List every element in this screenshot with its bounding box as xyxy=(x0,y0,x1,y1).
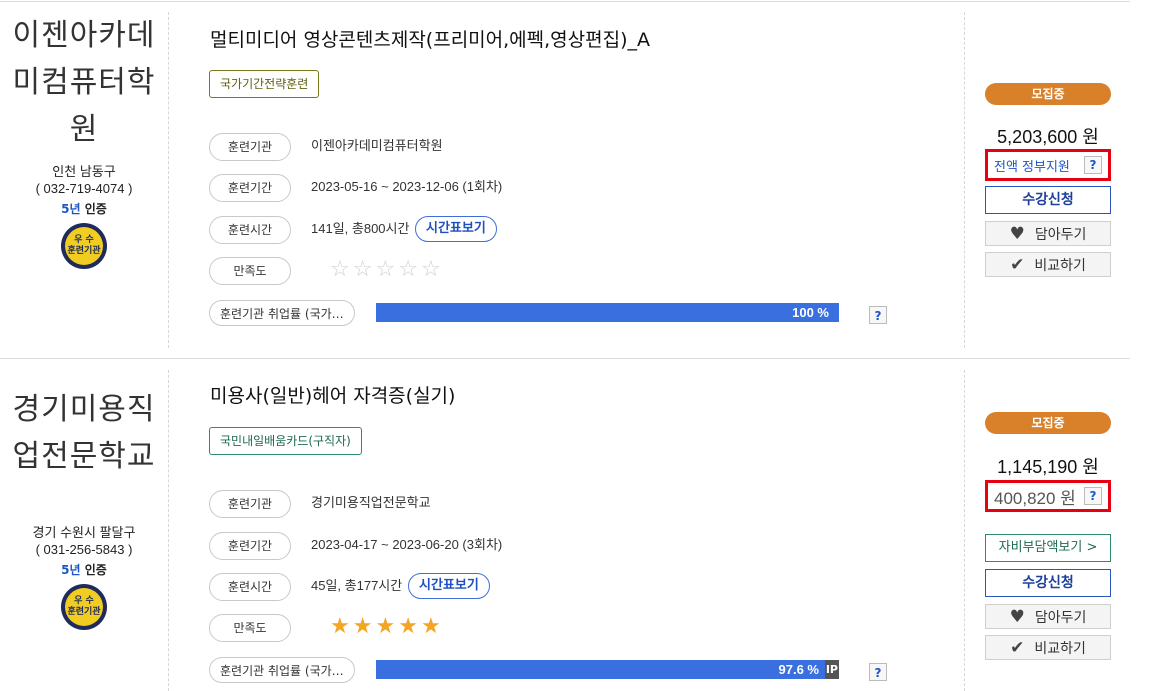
wishlist-label: 담아두기 xyxy=(1034,226,1087,243)
employment-rate-tail: IP xyxy=(825,663,838,676)
heart-icon: ♥ xyxy=(1009,223,1025,244)
timetable-button[interactable]: 시간표보기 xyxy=(415,216,497,242)
satisfaction-rating: ☆☆☆☆☆ xyxy=(330,257,444,283)
training-period-value: 2023-04-17 ~ 2023-06-20 (3회차) xyxy=(311,537,503,552)
support-help-button[interactable]: ? xyxy=(1084,487,1102,505)
column-divider xyxy=(964,12,965,348)
institution-column: 이젠아카데 미컴퓨터학 원 인천 남동구 ( 032-719-4074 ) 5년… xyxy=(0,12,168,269)
check-icon: ✔ xyxy=(1010,254,1025,275)
course-price: 5,203,600 원 xyxy=(997,127,1099,147)
wishlist-button[interactable]: ♥ 담아두기 xyxy=(985,604,1111,629)
support-help-button[interactable]: ? xyxy=(1084,156,1102,174)
certification-text: 인증 xyxy=(84,563,107,577)
training-org-value: 이젠아카데미컴퓨터학원 xyxy=(311,138,443,153)
status-badge: 모집중 xyxy=(985,412,1111,434)
wishlist-label: 담아두기 xyxy=(1034,609,1087,626)
employment-help-button[interactable]: ? xyxy=(869,663,887,681)
badge-top-text: 우 수 xyxy=(74,596,94,606)
star-icon: ★ xyxy=(375,614,399,639)
certification-label: 5년 인증 xyxy=(0,201,168,217)
star-icon: ★ xyxy=(330,614,353,639)
label-training-org: 훈련기관 xyxy=(209,490,291,518)
label-employment-rate: 훈련기관 취업률 (국가… xyxy=(209,300,355,326)
training-org-value: 경기미용직업전문학교 xyxy=(311,495,431,510)
institution-address: 인천 남동구 xyxy=(52,164,116,179)
status-badge: 모집중 xyxy=(985,83,1111,105)
certification-years: 5년 xyxy=(61,202,81,216)
card-divider xyxy=(0,358,1130,359)
label-training-hours: 훈련시간 xyxy=(209,216,291,244)
column-divider xyxy=(168,12,169,348)
satisfaction-rating: ★★★★★ xyxy=(330,614,444,640)
institution-phone: ( 032-719-4074 ) xyxy=(35,181,133,196)
column-divider xyxy=(964,370,965,691)
institution-address: 경기 수원시 팔달구 xyxy=(32,525,136,540)
institution-name[interactable]: 경기미용직 업전문학교 xyxy=(0,386,168,480)
card-top-divider xyxy=(0,1,1130,2)
employment-rate-bar: 100 % xyxy=(376,303,839,322)
badge-top-text: 우 수 xyxy=(74,235,94,245)
compare-label: 비교하기 xyxy=(1034,257,1086,274)
employment-rate-value: 100 % xyxy=(792,305,829,320)
course-price: 1,145,190 원 xyxy=(997,457,1099,477)
star-icon: ☆ xyxy=(330,257,353,282)
program-tag: 국민내일배움카드(구직자) xyxy=(209,427,362,455)
label-training-hours: 훈련시간 xyxy=(209,573,291,601)
label-training-org: 훈련기관 xyxy=(209,133,291,161)
excellent-institution-badge-icon: 우 수 훈련기관 xyxy=(61,223,107,269)
column-divider xyxy=(168,370,169,691)
course-title[interactable]: 멀티미디어 영상콘텐츠제작(프리미어,에펙,영상편집)_A xyxy=(210,25,650,52)
self-pay-view-button[interactable]: 자비부담액보기 > xyxy=(985,534,1111,562)
star-icon: ☆ xyxy=(398,257,421,282)
star-icon: ★ xyxy=(352,614,376,639)
check-icon: ✔ xyxy=(1010,637,1025,658)
apply-button[interactable]: 수강신청 xyxy=(985,186,1111,214)
self-pay-amount-text: 400,820 원 xyxy=(994,488,1076,508)
certification-years: 5년 xyxy=(61,563,81,577)
label-training-period: 훈련기간 xyxy=(209,174,291,202)
employment-rate-value: 97.6 % xyxy=(778,662,819,677)
badge-bottom-text: 훈련기관 xyxy=(67,607,101,617)
compare-label: 비교하기 xyxy=(1034,640,1086,657)
star-icon: ☆ xyxy=(352,257,376,282)
star-icon: ☆ xyxy=(375,257,399,282)
employment-help-button[interactable]: ? xyxy=(869,306,887,324)
government-support-box: 전액 정부지원 ? xyxy=(985,149,1111,181)
compare-button[interactable]: ✔ 비교하기 xyxy=(985,252,1111,277)
apply-button[interactable]: 수강신청 xyxy=(985,569,1111,597)
label-training-period: 훈련기간 xyxy=(209,532,291,560)
label-satisfaction: 만족도 xyxy=(209,614,291,642)
institution-column: 경기미용직 업전문학교 경기 수원시 팔달구 ( 031-256-5843 ) … xyxy=(0,386,168,630)
star-icon: ★ xyxy=(420,614,444,639)
badge-bottom-text: 훈련기관 xyxy=(67,246,101,256)
compare-button[interactable]: ✔ 비교하기 xyxy=(985,635,1111,660)
employment-rate-bar: 97.6 % IP xyxy=(376,660,839,679)
star-icon: ★ xyxy=(398,614,421,639)
wishlist-button[interactable]: ♥ 담아두기 xyxy=(985,221,1111,246)
certification-text: 인증 xyxy=(84,202,107,216)
label-employment-rate: 훈련기관 취업률 (국가… xyxy=(209,657,355,683)
self-pay-amount-box: 400,820 원 ? xyxy=(985,480,1111,512)
training-hours-value: 45일, 총177시간 xyxy=(311,578,403,593)
star-icon: ☆ xyxy=(420,257,444,282)
institution-phone: ( 031-256-5843 ) xyxy=(35,542,133,557)
excellent-institution-badge-icon: 우 수 훈련기관 xyxy=(61,584,107,630)
program-tag: 국가기간전략훈련 xyxy=(209,70,320,98)
institution-name[interactable]: 이젠아카데 미컴퓨터학 원 xyxy=(0,12,168,153)
heart-icon: ♥ xyxy=(1009,606,1025,627)
certification-label: 5년 인증 xyxy=(0,562,168,578)
course-title[interactable]: 미용사(일반)헤어 자격증(실기) xyxy=(210,381,455,408)
timetable-button[interactable]: 시간표보기 xyxy=(408,573,490,599)
training-period-value: 2023-05-16 ~ 2023-12-06 (1회차) xyxy=(311,179,503,194)
label-satisfaction: 만족도 xyxy=(209,257,291,285)
government-support-text: 전액 정부지원 xyxy=(994,159,1070,175)
training-hours-value: 141일, 총800시간 xyxy=(311,221,410,236)
